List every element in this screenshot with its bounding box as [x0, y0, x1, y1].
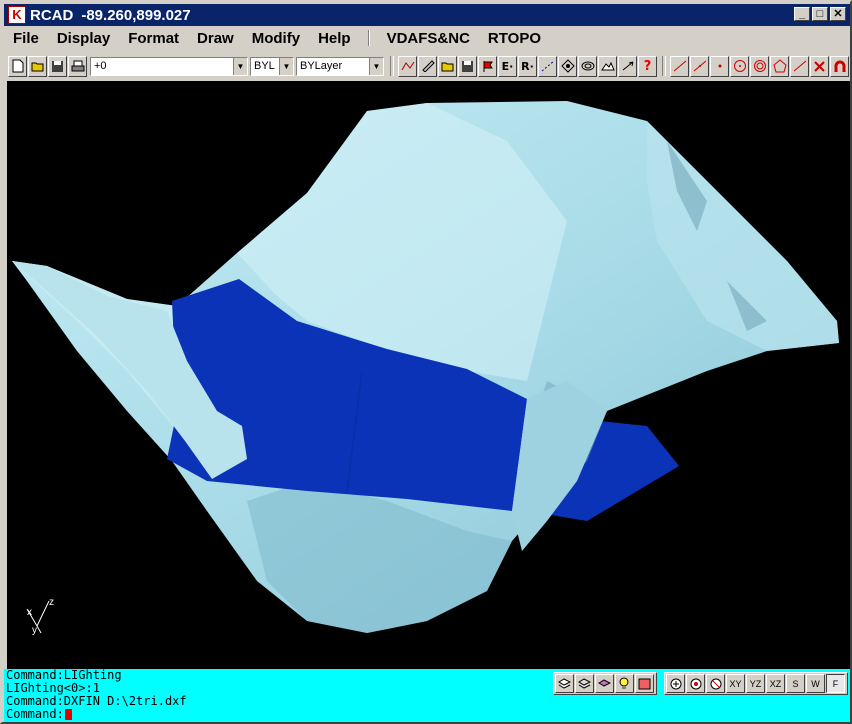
- view-s-button[interactable]: S: [786, 674, 805, 693]
- axis-label-z: z: [49, 597, 54, 608]
- magnet-icon[interactable]: [830, 55, 849, 77]
- view-xy-button[interactable]: XY: [726, 674, 745, 693]
- layer-combo[interactable]: +0 ▼: [90, 56, 248, 76]
- zoom-icon[interactable]: [666, 674, 685, 693]
- axis-label-y: y: [32, 625, 37, 636]
- menu-file[interactable]: File: [4, 30, 48, 47]
- cursor-coordinates: -89.260,899.027: [81, 6, 191, 24]
- polyline-icon[interactable]: [398, 55, 417, 77]
- terrain-icon[interactable]: [598, 55, 617, 77]
- node-icon[interactable]: [558, 55, 577, 77]
- menu-display[interactable]: Display: [48, 30, 119, 47]
- delete-icon[interactable]: [810, 55, 829, 77]
- command-area[interactable]: Command:LIGhting LIGhting<0>:1 Command:D…: [4, 669, 850, 722]
- point-icon[interactable]: [710, 55, 729, 77]
- layer-prop-icon[interactable]: [595, 674, 614, 693]
- line2-icon[interactable]: [690, 55, 709, 77]
- R-icon[interactable]: R·: [518, 55, 537, 77]
- app-title: RCAD: [30, 6, 74, 24]
- layer-toolbar: [553, 672, 657, 695]
- view-xz-button[interactable]: XZ: [766, 674, 785, 693]
- axis-label-x: x: [27, 607, 32, 618]
- zoom-window-icon[interactable]: [686, 674, 705, 693]
- open-icon[interactable]: [438, 55, 457, 77]
- menu-bar: File Display Format Draw Modify Help VDA…: [4, 26, 850, 50]
- open-folder-icon[interactable]: [28, 55, 47, 77]
- toolbar-separator: [390, 56, 394, 76]
- terrain-3d-view[interactable]: z x y: [7, 81, 850, 669]
- layers-icon[interactable]: [555, 674, 574, 693]
- print-icon[interactable]: [68, 55, 87, 77]
- layers2-icon[interactable]: [575, 674, 594, 693]
- hatch-icon[interactable]: [635, 674, 654, 693]
- view-toolbar: XY YZ XZ S W F: [664, 672, 848, 695]
- menu-help[interactable]: Help: [309, 30, 360, 47]
- title-bar[interactable]: K RCAD -89.260,899.027 _ □ ✕: [4, 4, 850, 26]
- arrow-icon[interactable]: [618, 55, 637, 77]
- view-w-button[interactable]: W: [806, 674, 825, 693]
- command-prompt-line[interactable]: Command:: [4, 708, 850, 721]
- surface-icon[interactable]: [578, 55, 597, 77]
- command-history-line: Command:DXFIN D:\2tri.dxf: [6, 694, 187, 708]
- menu-vdafs-nc[interactable]: VDAFS&NC: [378, 30, 479, 47]
- menu-format[interactable]: Format: [119, 30, 188, 47]
- E-icon[interactable]: E·: [498, 55, 517, 77]
- dotted-line-icon[interactable]: [538, 55, 557, 77]
- polygon-icon[interactable]: [770, 55, 789, 77]
- rcad-logo-icon[interactable]: K: [8, 6, 26, 24]
- view-f-button[interactable]: F: [826, 674, 845, 693]
- flag-icon[interactable]: [478, 55, 497, 77]
- drawing-viewport[interactable]: z x y: [7, 81, 850, 669]
- circle-icon[interactable]: [730, 55, 749, 77]
- menu-rtopo[interactable]: RTOPO: [479, 30, 550, 47]
- command-prompt: Command:: [6, 707, 64, 721]
- line-icon[interactable]: [670, 55, 689, 77]
- view-yz-button[interactable]: YZ: [746, 674, 765, 693]
- zoom-extents-icon[interactable]: [706, 674, 725, 693]
- chevron-down-icon[interactable]: ▼: [279, 57, 293, 75]
- maximize-button[interactable]: □: [812, 7, 828, 21]
- save-disk-icon[interactable]: [48, 55, 67, 77]
- color-combo[interactable]: BYL ▼: [250, 56, 294, 76]
- minimize-button[interactable]: _: [794, 7, 810, 21]
- rcad-window: K RCAD -89.260,899.027 _ □ ✕ File Displa…: [0, 0, 852, 724]
- circle-ring-icon[interactable]: [750, 55, 769, 77]
- menu-draw[interactable]: Draw: [188, 30, 243, 47]
- chevron-down-icon[interactable]: ▼: [233, 57, 247, 75]
- text-cursor: [64, 709, 72, 720]
- chevron-down-icon[interactable]: ▼: [369, 57, 383, 75]
- toolbar-separator: [662, 56, 666, 76]
- new-file-icon[interactable]: [8, 55, 27, 77]
- help-icon[interactable]: ?: [638, 55, 657, 77]
- edit-icon[interactable]: [418, 55, 437, 77]
- main-toolbar: +0 ▼ BYL ▼ BYLayer ▼ E· R· ?: [4, 52, 850, 80]
- arc-icon[interactable]: [790, 55, 809, 77]
- save-icon[interactable]: [458, 55, 477, 77]
- close-button[interactable]: ✕: [830, 7, 846, 21]
- menu-modify[interactable]: Modify: [243, 30, 309, 47]
- menu-separator: [367, 30, 370, 46]
- light-bulb-icon[interactable]: [615, 674, 634, 693]
- linetype-combo[interactable]: BYLayer ▼: [296, 56, 384, 76]
